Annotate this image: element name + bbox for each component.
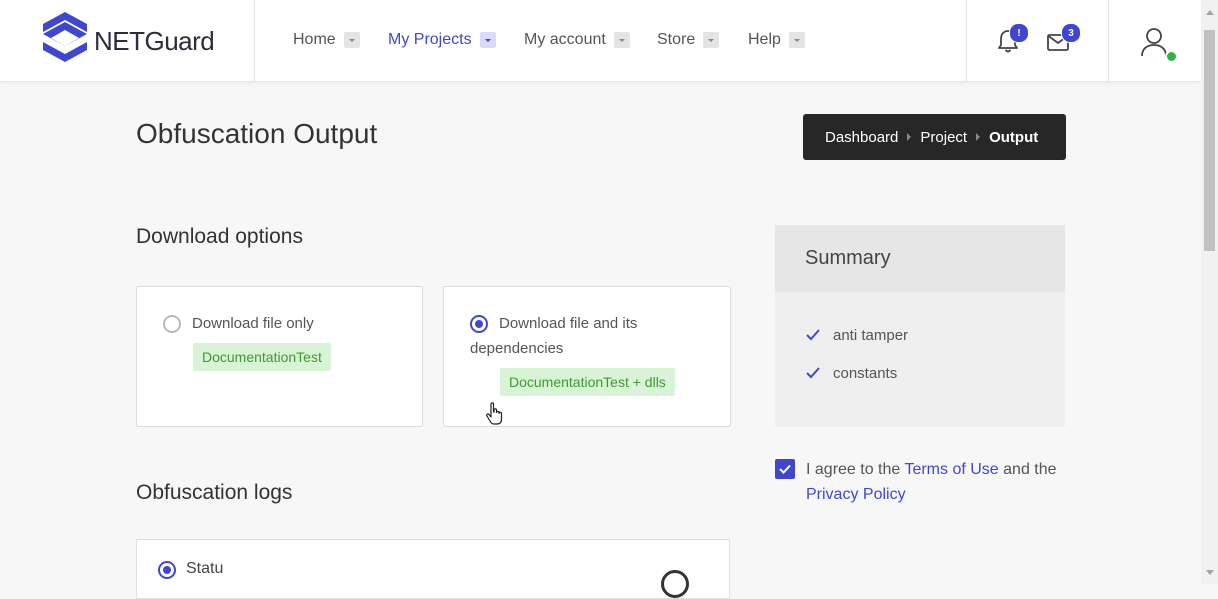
top-navbar: NETGuard Home My Projects My account Sto… (0, 0, 1201, 82)
user-icon (1141, 28, 1167, 57)
obfuscation-logs-heading: Obfuscation logs (136, 481, 293, 504)
messages-button[interactable]: 3 (1046, 23, 1081, 54)
option-tag: DocumentationTest + dlls (500, 368, 675, 396)
notifications-button[interactable]: ! (996, 23, 1029, 54)
radio-status[interactable] (158, 561, 176, 579)
user-avatar[interactable] (1140, 26, 1178, 63)
nav-item-label: My Projects (388, 31, 472, 48)
terms-of-use-link[interactable]: Terms of Use (904, 461, 998, 478)
download-option-file-only[interactable]: Download file only DocumentationTest (136, 286, 423, 427)
option-label: Download file only (192, 315, 314, 332)
breadcrumb-separator-icon (976, 133, 981, 141)
breadcrumb-project[interactable]: Project (920, 129, 967, 146)
summary-panel: Summary anti tamper constants (775, 225, 1065, 427)
nav-item-label: Home (293, 31, 336, 48)
agree-middle: and the (1003, 461, 1057, 478)
nav-item-label: Help (748, 31, 781, 48)
privacy-policy-link[interactable]: Privacy Policy (806, 486, 906, 503)
nav-item-home[interactable]: Home (293, 30, 360, 50)
breadcrumb-dashboard[interactable]: Dashboard (825, 129, 898, 146)
breadcrumb-separator-icon (907, 133, 912, 141)
messages-badge: 3 (1061, 23, 1081, 43)
scroll-thumb[interactable] (1204, 30, 1215, 251)
option-tag: DocumentationTest (193, 343, 331, 371)
nav-item-label: My account (524, 31, 606, 48)
summary-title: Summary (775, 225, 1065, 292)
brand-name: NETGuard (94, 26, 215, 56)
chevron-down-icon (479, 32, 496, 48)
check-icon (806, 367, 820, 379)
breadcrumb-output: Output (989, 128, 1039, 146)
nav-item-label: Store (657, 31, 696, 48)
status-label: Statu (186, 560, 224, 577)
netguard-logo-icon (43, 12, 87, 62)
online-status-dot (1165, 50, 1178, 63)
download-options-heading: Download options (136, 225, 303, 248)
obfuscation-logs-panel: Statu (136, 539, 730, 599)
summary-item: anti tamper (805, 325, 908, 345)
nav-item-store[interactable]: Store (657, 30, 720, 50)
header-divider (966, 0, 967, 81)
brand[interactable]: NETGuard (0, 0, 255, 81)
notifications-badge: ! (1009, 23, 1029, 43)
agree-prefix: I agree to the (806, 461, 901, 478)
page-title: Obfuscation Output (136, 118, 378, 149)
chevron-down-icon (788, 32, 805, 48)
summary-item-label: anti tamper (833, 326, 909, 344)
scroll-down-arrow-icon[interactable] (1206, 570, 1214, 575)
summary-item: constants (805, 363, 897, 383)
check-icon (806, 329, 820, 341)
option-label: Download file and its dependencies (470, 315, 638, 357)
nav-item-help[interactable]: Help (748, 30, 805, 50)
chevron-down-icon (613, 32, 630, 48)
breadcrumb: Dashboard Project Output (803, 114, 1066, 160)
summary-item-label: constants (833, 364, 898, 382)
scroll-up-arrow-icon[interactable] (1206, 10, 1214, 15)
radio-file-only[interactable] (163, 315, 181, 333)
header-divider (1108, 0, 1109, 81)
chevron-down-icon (343, 32, 360, 48)
nav-item-my-account[interactable]: My account (524, 30, 630, 50)
page-scrollbar[interactable] (1201, 0, 1218, 584)
agree-terms-label: I agree to the Terms of Use and the Priv… (806, 457, 1076, 507)
loading-spinner-icon (661, 570, 689, 598)
chevron-down-icon (703, 32, 720, 48)
check-icon (779, 464, 791, 474)
agree-terms-checkbox[interactable] (775, 459, 795, 479)
nav-item-my-projects[interactable]: My Projects (388, 30, 496, 50)
hand-pointer-cursor-icon (486, 402, 503, 425)
